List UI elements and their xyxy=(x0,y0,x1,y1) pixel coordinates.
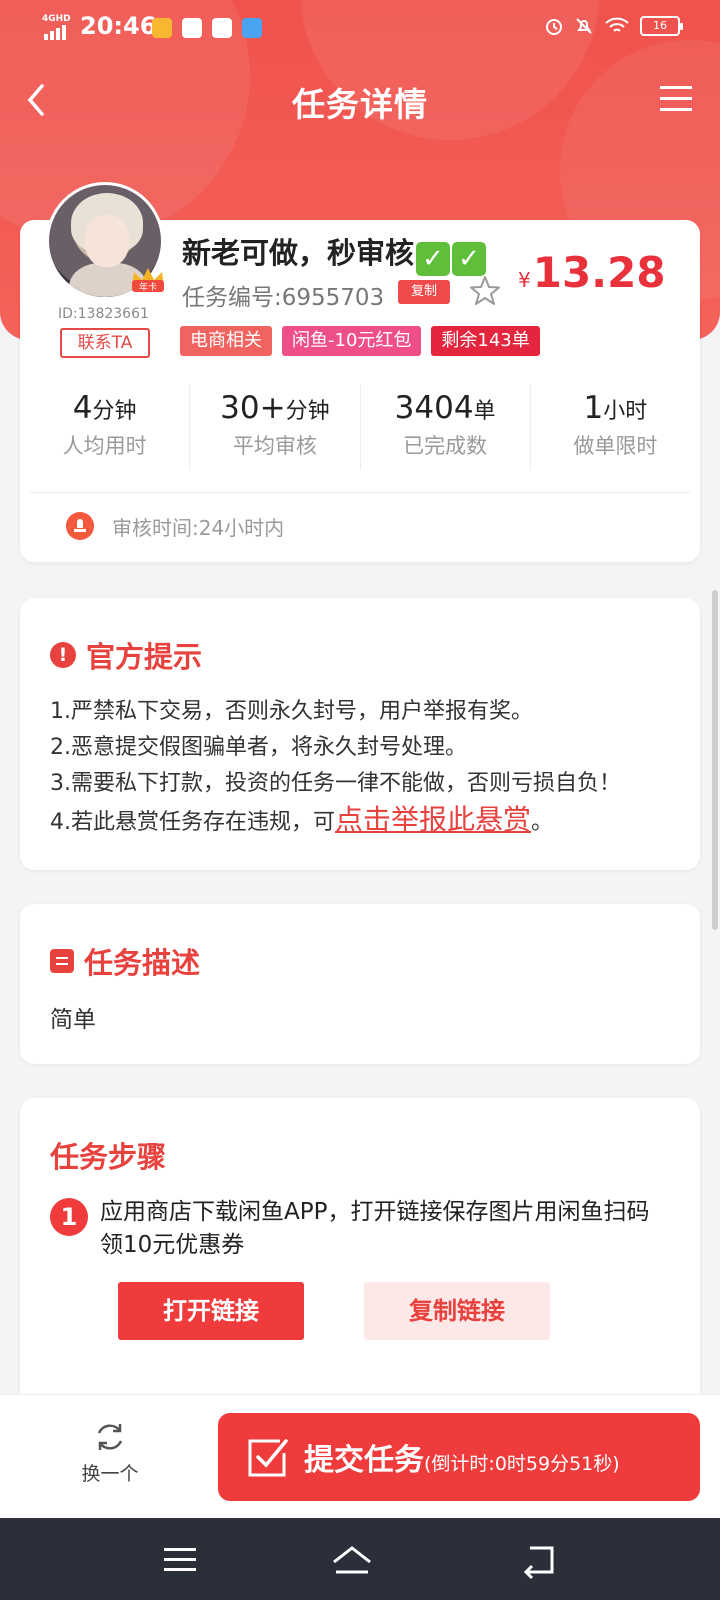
annual-card-crown-icon: 年卡 xyxy=(132,268,164,293)
app-notification-icon xyxy=(212,18,232,38)
section-title: 任务步骤 xyxy=(50,1140,167,1174)
warning-icon: ! xyxy=(50,642,76,668)
check-icon: ✓ xyxy=(452,242,487,276)
rules-list: 1.严禁私下交易，否则永久封号，用户举报有奖。 2.恶意提交假图骗单者，将永久封… xyxy=(50,694,621,841)
stat-time-limit: 1小时 做单限时 xyxy=(573,390,658,458)
section-title: 任务描述 xyxy=(84,946,201,980)
stat-avg-time: 4分钟 人均用时 xyxy=(20,384,191,470)
task-stats: 4分钟 人均用时 30+分钟 平均审核 3404单 已完成数 1小时 做单限时 xyxy=(20,384,700,470)
step-text: 应用商店下载闲鱼APP，打开链接保存图片用闲鱼扫码领10元优惠券 xyxy=(100,1199,650,1258)
task-price: ¥13.28 xyxy=(518,248,666,297)
section-title: 官方提示 xyxy=(86,640,203,674)
audit-time: 审核时间:24小时内 xyxy=(112,516,285,540)
alarm-icon xyxy=(546,19,562,35)
swap-task-button[interactable]: 换一个 xyxy=(62,1417,158,1486)
system-nav-bar xyxy=(0,1518,720,1600)
signal-icon: 4GHD xyxy=(42,14,72,40)
mute-icon xyxy=(576,18,592,34)
rule-item: 4.若此悬赏任务存在违规，可点击举报此悬赏。 xyxy=(50,803,554,836)
status-bar: 4GHD 20:46 16 xyxy=(0,0,720,56)
bottom-action-bar: 换一个 提交任务(倒计时:0时59分51秒) xyxy=(0,1394,720,1518)
swap-label: 换一个 xyxy=(81,1463,139,1485)
task-summary-card: 年卡 ID:13823661 联系TA 新老可做，秒审核 ✓ ✓ 任务编号:6955… xyxy=(20,182,700,562)
task-tags: 电商相关 闲鱼-10元红包 剩余143单 xyxy=(180,326,540,356)
stat-completed: 3404单 已完成数 xyxy=(361,384,531,470)
home-icon[interactable] xyxy=(330,1540,374,1580)
tag-reward: 闲鱼-10元红包 xyxy=(282,326,422,356)
contact-button[interactable]: 联系TA xyxy=(60,328,150,358)
back-nav-icon[interactable] xyxy=(516,1540,560,1580)
audit-stamp-icon xyxy=(66,512,94,540)
tag-remaining: 剩余143单 xyxy=(431,326,540,356)
rule-item: 2.恶意提交假图骗单者，将永久封号处理。 xyxy=(50,735,467,760)
favorite-star-icon[interactable] xyxy=(468,274,502,308)
wifi-icon xyxy=(605,17,629,32)
description-text: 简单 xyxy=(50,1007,96,1033)
stat-avg-review: 30+分钟 平均审核 xyxy=(190,384,361,470)
report-link[interactable]: 点击举报此悬赏 xyxy=(335,803,531,836)
app-notification-icon xyxy=(152,18,172,38)
copy-task-number-button[interactable]: 复制 xyxy=(398,280,450,304)
app-notification-icon xyxy=(182,18,202,38)
check-icon: ✓ xyxy=(416,242,451,276)
submit-task-button[interactable]: 提交任务(倒计时:0时59分51秒) xyxy=(218,1413,700,1501)
rule-item: 3.需要私下打款，投资的任务一律不能做，否则亏损自负！ xyxy=(50,771,621,796)
task-steps-card: 任务步骤 1 应用商店下载闲鱼APP，打开链接保存图片用闲鱼扫码领10元优惠券 … xyxy=(20,1098,700,1398)
tag-category: 电商相关 xyxy=(180,326,272,356)
scrollbar[interactable] xyxy=(712,590,718,930)
submit-check-icon xyxy=(248,1439,288,1477)
copy-link-button[interactable]: 复制链接 xyxy=(364,1282,550,1340)
svg-text:年卡: 年卡 xyxy=(139,281,157,293)
document-icon xyxy=(50,949,74,973)
page-title: 任务详情 xyxy=(292,85,428,124)
publisher-id: ID:13823661 xyxy=(58,306,149,322)
status-time: 20:46 xyxy=(80,12,157,40)
menu-icon[interactable] xyxy=(658,82,694,116)
refresh-icon xyxy=(97,1424,123,1450)
step-number: 1 xyxy=(50,1198,88,1236)
open-link-button[interactable]: 打开链接 xyxy=(118,1282,304,1340)
task-number: 任务编号:6955703 xyxy=(182,285,385,311)
app-notification-icon xyxy=(242,18,262,38)
nav-bar: 任务详情 xyxy=(0,70,720,130)
recent-apps-icon[interactable] xyxy=(158,1540,202,1580)
official-tips-card: ! 官方提示 1.严禁私下交易，否则永久封号，用户举报有奖。 2.恶意提交假图骗… xyxy=(20,598,700,870)
task-title: 新老可做，秒审核 ✓ ✓ xyxy=(182,230,487,276)
divider xyxy=(30,492,690,493)
task-description-card: 任务描述 简单 xyxy=(20,904,700,1064)
battery-icon: 16 xyxy=(640,16,683,36)
countdown: (倒计时:0时59分51秒) xyxy=(424,1453,620,1475)
rule-item: 1.严禁私下交易，否则永久封号，用户举报有奖。 xyxy=(50,699,533,724)
